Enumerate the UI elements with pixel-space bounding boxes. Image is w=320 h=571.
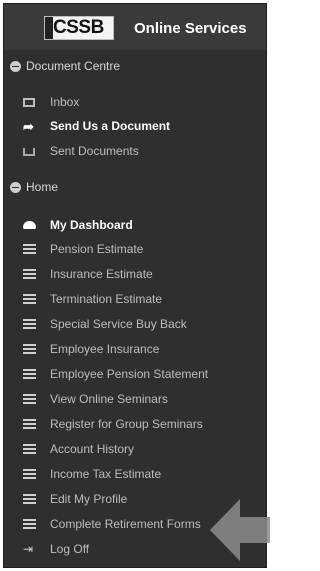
list-icon bbox=[23, 518, 37, 531]
sidebar-item-label: Log Off bbox=[50, 542, 90, 556]
section-document-centre[interactable]: Document Centre bbox=[4, 56, 266, 78]
list-icon bbox=[23, 468, 37, 481]
list-icon bbox=[23, 418, 37, 431]
sidebar-item-insurance-estimate[interactable]: Insurance Estimate bbox=[4, 264, 266, 286]
sidebar-item-view-online-seminars[interactable]: View Online Seminars bbox=[4, 389, 266, 411]
send-icon: ➦ bbox=[23, 119, 34, 134]
sidebar-item-label: Edit My Profile bbox=[50, 492, 128, 506]
sidebar-menu: CSSB Online Services Document Centre Inb… bbox=[3, 3, 267, 568]
sent-documents-icon bbox=[23, 148, 35, 156]
sidebar-item-inbox[interactable]: Inbox bbox=[4, 92, 266, 114]
list-icon bbox=[23, 393, 37, 406]
sidebar-item-label: Termination Estimate bbox=[50, 292, 163, 306]
list-icon bbox=[23, 268, 37, 281]
list-icon bbox=[23, 443, 37, 456]
list-icon bbox=[23, 318, 37, 331]
sidebar-item-label: Employee Insurance bbox=[50, 342, 160, 356]
sidebar-item-label: Register for Group Seminars bbox=[50, 417, 203, 431]
list-icon bbox=[23, 368, 37, 381]
sidebar-item-send-us-a-document[interactable]: ➦ Send Us a Document bbox=[4, 116, 266, 138]
sidebar-item-label: Employee Pension Statement bbox=[50, 367, 209, 381]
list-icon bbox=[23, 243, 37, 256]
sidebar-header: CSSB Online Services bbox=[4, 4, 266, 50]
dashboard-icon bbox=[23, 221, 36, 229]
sidebar-item-label: Inbox bbox=[50, 95, 80, 109]
sidebar-item-label: Income Tax Estimate bbox=[50, 467, 162, 481]
sidebar-item-employee-pension-statement[interactable]: Employee Pension Statement bbox=[4, 364, 266, 386]
screenshot-frame: CSSB Online Services Document Centre Inb… bbox=[0, 0, 270, 571]
collapse-icon bbox=[10, 61, 21, 72]
app-title: Online Services bbox=[134, 20, 247, 37]
list-icon bbox=[23, 293, 37, 306]
sidebar-item-pension-estimate[interactable]: Pension Estimate bbox=[4, 239, 266, 261]
sidebar-item-label: Special Service Buy Back bbox=[50, 317, 187, 331]
sidebar-item-label: Send Us a Document bbox=[50, 119, 171, 133]
list-icon bbox=[23, 493, 37, 506]
logo-mark bbox=[45, 17, 53, 39]
sidebar-item-sent-documents[interactable]: Sent Documents bbox=[4, 141, 266, 163]
sidebar-item-account-history[interactable]: Account History bbox=[4, 439, 266, 461]
sidebar-item-register-for-group-seminars[interactable]: Register for Group Seminars bbox=[4, 414, 266, 436]
sidebar-item-employee-insurance[interactable]: Employee Insurance bbox=[4, 339, 266, 361]
inbox-icon bbox=[23, 98, 35, 107]
sidebar-item-label: Pension Estimate bbox=[50, 242, 144, 256]
sidebar-item-label: Account History bbox=[50, 442, 135, 456]
section-label: Document Centre bbox=[26, 59, 121, 73]
sidebar-item-special-service-buy-back[interactable]: Special Service Buy Back bbox=[4, 314, 266, 336]
list-icon bbox=[23, 343, 37, 356]
sidebar-item-income-tax-estimate[interactable]: Income Tax Estimate bbox=[4, 464, 266, 486]
sidebar-item-label: Insurance Estimate bbox=[50, 267, 153, 281]
sidebar-item-label: Complete Retirement Forms bbox=[50, 517, 201, 531]
pointer-arrow-icon bbox=[210, 499, 270, 561]
collapse-icon bbox=[10, 182, 21, 193]
sidebar-item-label: Sent Documents bbox=[50, 144, 139, 158]
sidebar-item-my-dashboard[interactable]: My Dashboard bbox=[4, 215, 266, 237]
cssb-logo[interactable]: CSSB bbox=[44, 16, 114, 40]
sidebar-item-label: My Dashboard bbox=[50, 218, 133, 232]
sidebar-item-label: View Online Seminars bbox=[50, 392, 168, 406]
section-home[interactable]: Home bbox=[4, 177, 266, 199]
section-label: Home bbox=[26, 180, 59, 194]
sidebar-item-termination-estimate[interactable]: Termination Estimate bbox=[4, 289, 266, 311]
logo-text: CSSB bbox=[53, 17, 104, 38]
log-off-icon: ⇥ bbox=[23, 542, 34, 556]
